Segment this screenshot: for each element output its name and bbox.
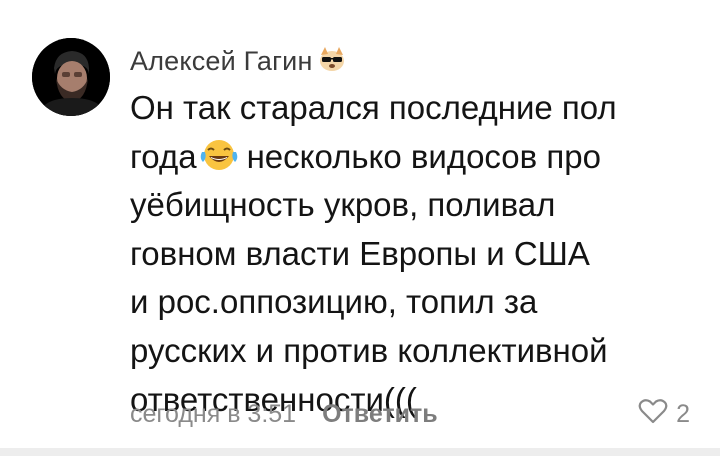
reply-button[interactable]: Ответить [322, 400, 438, 429]
comment-meta: сегодня в 3:51 Ответить [130, 394, 438, 434]
avatar[interactable] [32, 38, 110, 116]
comment-text: Он так старался последние пол года неско… [130, 84, 700, 424]
heart-outline-icon [638, 398, 668, 431]
divider [0, 448, 720, 456]
like-button[interactable]: 2 [638, 394, 690, 434]
comment-line: говном власти Европы и США [130, 234, 590, 272]
comment-timestamp: сегодня в 3:51 [130, 399, 297, 428]
comment-fragment: несколько видосов про [246, 137, 601, 175]
author-name[interactable]: Алексей Гагин [130, 46, 313, 77]
cool-dog-sunglasses-emoji-icon [317, 45, 347, 78]
comment-line: русских и против коллективной [130, 331, 608, 369]
author-row: Алексей Гагин [130, 44, 347, 78]
likes-count: 2 [676, 399, 690, 428]
comment-line: уёбищность укров, поливал [130, 186, 556, 224]
comment-line-with-emoji: года несколько видосов про [130, 133, 700, 182]
bearded-man-avatar-icon [32, 38, 110, 116]
comment-fragment: года [130, 137, 197, 175]
comment-line: и рос.оппозицию, топил за [130, 283, 538, 321]
comment-line: Он так старался последние пол [130, 89, 617, 126]
laughing-tears-emoji-icon [199, 137, 239, 171]
